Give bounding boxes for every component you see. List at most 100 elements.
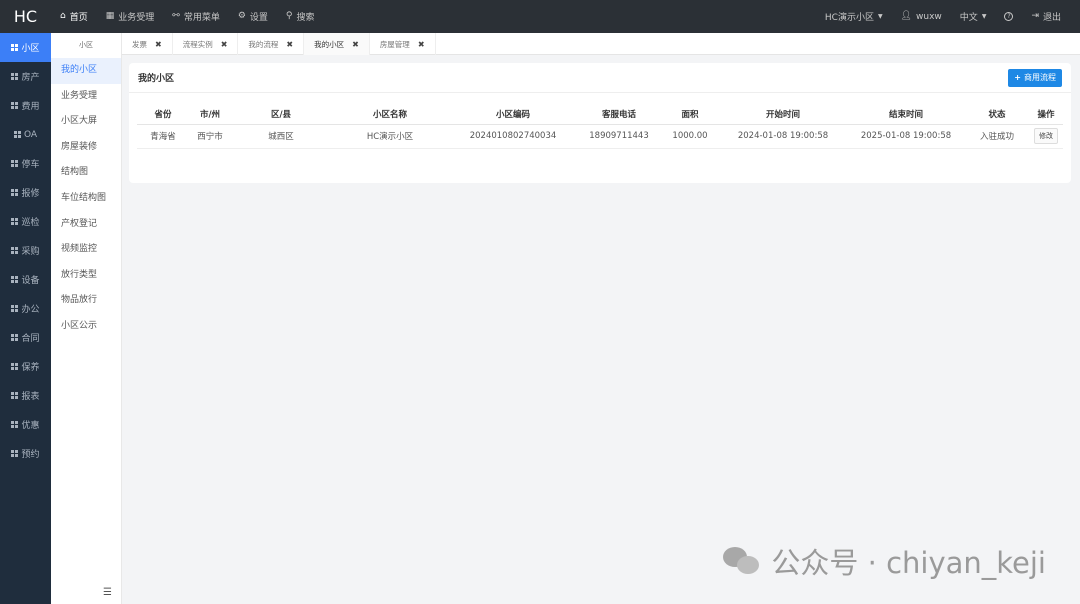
module-label: 报修	[21, 189, 40, 199]
sub-menu-item-title-registration[interactable]: 产权登记	[51, 212, 121, 238]
table-header-row: 省份 市/州 区/县 小区名称 小区编码 客服电话 面积 开始时间 结束时间 状…	[137, 105, 1063, 125]
grid-icon	[11, 247, 19, 254]
community-name: HC演示小区	[824, 13, 874, 23]
calculator-icon: ▦	[105, 11, 115, 21]
module-label: 设备	[21, 276, 40, 286]
top-nav: ⌂ 首页 ▦ 业务受理 ⚯ 常用菜单 ⚙ 设置 ⚲ 搜索	[51, 0, 324, 33]
grid-icon	[11, 73, 19, 80]
module-label: 报表	[21, 392, 40, 402]
nav-home[interactable]: ⌂ 首页	[51, 0, 97, 33]
module-purchase[interactable]: 采购	[0, 236, 51, 265]
tab-process-instance[interactable]: 流程实例 ✖	[173, 33, 239, 55]
watermark: 公众号 · chiyan_keji	[723, 540, 1046, 582]
module-property[interactable]: 房产	[0, 62, 51, 91]
nav-business-label: 业务受理	[118, 13, 155, 23]
sub-menu-item-renovation[interactable]: 房屋装修	[51, 135, 121, 161]
col-status: 状态	[965, 105, 1029, 125]
tab-label: 房屋管理	[379, 39, 410, 49]
module-reports[interactable]: 报表	[0, 381, 51, 410]
module-repair[interactable]: 报修	[0, 178, 51, 207]
gear-icon: ⚙	[237, 11, 246, 21]
cell-code: 2024010802740034	[449, 124, 577, 149]
tab-invoice[interactable]: 发票 ✖	[122, 33, 173, 55]
sign-out-icon: ⇥	[1031, 11, 1039, 21]
grid-icon	[11, 276, 19, 283]
grid-icon	[11, 218, 19, 225]
col-start-time: 开始时间	[719, 105, 847, 125]
top-right-menu: HC演示小区 ▼ 👤︎ wuxw 中文 ▼ ? ⇥ 退出	[816, 0, 1080, 33]
col-city: 市/州	[189, 105, 231, 125]
col-phone: 客服电话	[577, 105, 661, 125]
tab-label: 发票	[132, 39, 147, 49]
close-icon[interactable]: ✖	[221, 40, 228, 49]
commercial-process-button[interactable]: + 商用流程	[1008, 68, 1062, 87]
edit-button[interactable]: 修改	[1034, 128, 1058, 144]
help-button[interactable]: ?	[995, 0, 1022, 33]
nav-settings[interactable]: ⚙ 设置	[229, 0, 277, 33]
language-switcher[interactable]: 中文 ▼	[951, 0, 996, 33]
close-icon[interactable]: ✖	[155, 40, 162, 49]
chevron-down-icon: ▼	[981, 13, 987, 20]
module-label: 费用	[21, 102, 40, 112]
tab-house-management[interactable]: 房屋管理 ✖	[370, 33, 436, 55]
grid-icon	[11, 102, 19, 109]
logout-label: 退出	[1042, 13, 1061, 23]
logout-button[interactable]: ⇥ 退出	[1022, 0, 1070, 33]
tab-label: 我的小区	[314, 39, 345, 49]
sub-menu-item-item-release[interactable]: 物品放行	[51, 288, 121, 314]
tab-my-community[interactable]: 我的小区 ✖	[304, 33, 370, 55]
commercial-process-label: 商用流程	[1024, 73, 1056, 82]
module-label: 巡检	[21, 218, 40, 228]
grid-icon	[11, 305, 19, 312]
card-title: 我的小区	[138, 74, 175, 84]
module-equipment[interactable]: 设备	[0, 265, 51, 294]
module-community[interactable]: 小区	[0, 33, 51, 62]
module-appointment[interactable]: 预约	[0, 439, 51, 468]
nav-common-menu[interactable]: ⚯ 常用菜单	[163, 0, 229, 33]
module-oa[interactable]: OA	[0, 120, 51, 149]
module-fees[interactable]: 费用	[0, 91, 51, 120]
module-contract[interactable]: 合同	[0, 323, 51, 352]
user-menu[interactable]: 👤︎ wuxw	[892, 0, 951, 33]
brand-logo[interactable]: HC	[0, 0, 51, 33]
user-icon: 👤︎	[900, 11, 913, 21]
tab-my-process[interactable]: 我的流程 ✖	[238, 33, 305, 55]
cell-status: 入驻成功	[965, 124, 1029, 149]
my-community-card: 我的小区 + 商用流程 省份 市/州 区/县 小区名称 小区编码 客服电话 面积…	[129, 63, 1071, 183]
sub-menu-item-big-screen[interactable]: 小区大屏	[51, 109, 121, 135]
nav-search[interactable]: ⚲ 搜索	[277, 0, 324, 33]
chevron-down-icon: ▼	[877, 13, 883, 20]
close-icon[interactable]: ✖	[286, 40, 293, 49]
sub-menu-item-parking-structure[interactable]: 车位结构图	[51, 186, 121, 212]
module-discount[interactable]: 优惠	[0, 410, 51, 439]
sub-menu-item-notice[interactable]: 小区公示	[51, 314, 121, 340]
cell-area: 1000.00	[661, 124, 719, 149]
sub-menu-item-business[interactable]: 业务受理	[51, 84, 121, 110]
nav-business[interactable]: ▦ 业务受理	[97, 0, 164, 33]
module-office[interactable]: 办公	[0, 294, 51, 323]
module-parking[interactable]: 停车	[0, 149, 51, 178]
nav-settings-label: 设置	[249, 13, 268, 23]
grid-icon	[11, 160, 19, 167]
module-maintenance[interactable]: 保养	[0, 352, 51, 381]
col-action: 操作	[1029, 105, 1063, 125]
community-switcher[interactable]: HC演示小区 ▼	[816, 0, 892, 33]
cell-province: 青海省	[137, 124, 189, 149]
watermark-text: 公众号 · chiyan_keji	[771, 546, 1046, 580]
module-label: 停车	[21, 160, 40, 170]
collapse-menu-button[interactable]: ☰	[51, 581, 122, 604]
sub-menu-item-structure[interactable]: 结构图	[51, 160, 121, 186]
plus-icon: +	[1014, 73, 1021, 82]
close-icon[interactable]: ✖	[352, 40, 359, 49]
home-icon: ⌂	[60, 11, 66, 21]
cell-district: 城西区	[231, 124, 331, 149]
grid-icon	[11, 421, 19, 428]
page-tabs: 发票 ✖ 流程实例 ✖ 我的流程 ✖ 我的小区 ✖ 房屋管理 ✖	[122, 33, 1080, 55]
sub-menu-item-my-community[interactable]: 我的小区	[51, 58, 121, 84]
top-navbar: HC ⌂ 首页 ▦ 业务受理 ⚯ 常用菜单 ⚙ 设置 ⚲ 搜索 HC演示小区 ▼…	[0, 0, 1080, 33]
module-inspection[interactable]: 巡检	[0, 207, 51, 236]
sub-menu-item-release-type[interactable]: 放行类型	[51, 263, 121, 289]
close-icon[interactable]: ✖	[418, 40, 425, 49]
col-area: 面积	[661, 105, 719, 125]
sub-menu-item-video[interactable]: 视频监控	[51, 237, 121, 263]
